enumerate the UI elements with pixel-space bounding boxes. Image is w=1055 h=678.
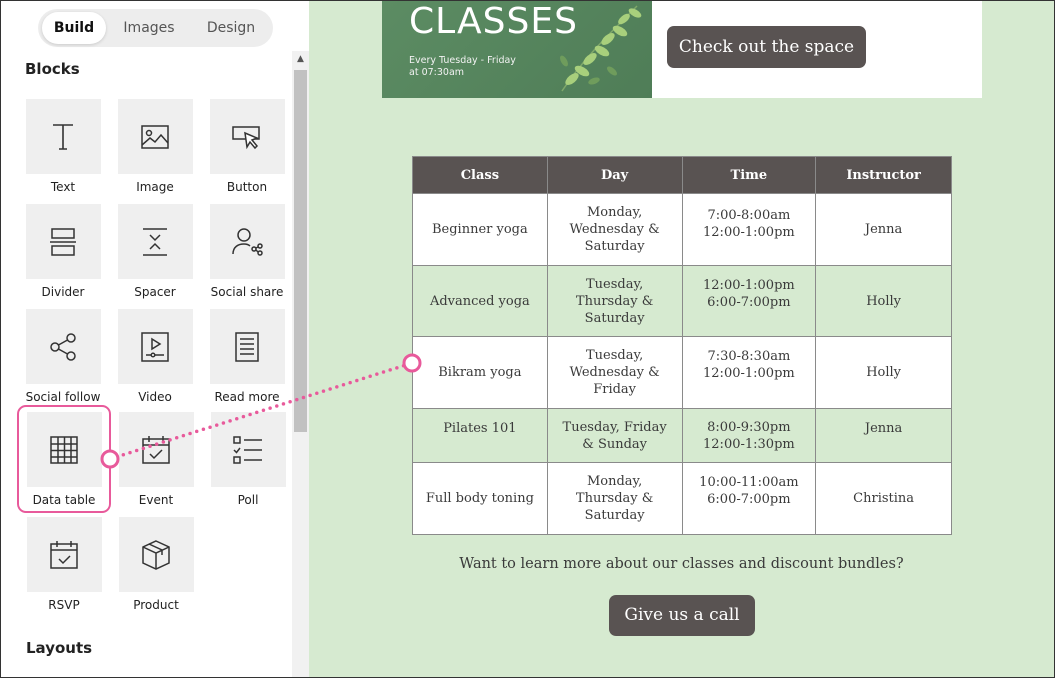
cell-instructor: Jenna xyxy=(815,408,952,463)
read-more-icon xyxy=(209,309,285,384)
cell-time: 7:00-8:00am 12:00-1:00pm xyxy=(681,193,817,266)
block-label: Image xyxy=(136,180,174,194)
table-row: Advanced yoga Tuesday, Thursday & Saturday… xyxy=(412,265,952,337)
block-event[interactable]: Event xyxy=(112,412,200,507)
event-icon xyxy=(118,412,194,487)
block-poll[interactable]: Poll xyxy=(204,412,292,507)
block-label: RSVP xyxy=(48,598,80,612)
cell-time: 7:30-8:30am 12:00-1:00pm xyxy=(681,336,817,409)
cell-instructor: Holly xyxy=(815,336,952,409)
tab-images[interactable]: Images xyxy=(112,12,186,44)
block-social-follow[interactable]: Social follow xyxy=(19,309,107,404)
hero-title: CLASSES xyxy=(409,1,578,42)
spacer-icon xyxy=(117,204,193,279)
video-icon xyxy=(117,309,193,384)
divider-icon xyxy=(25,204,101,279)
block-label: Spacer xyxy=(134,285,176,299)
block-label: Read more xyxy=(214,390,280,404)
poll-icon xyxy=(210,412,286,487)
scroll-up-icon[interactable]: ▲ xyxy=(292,51,309,68)
cell-time: 12:00-1:00pm 6:00-7:00pm xyxy=(681,265,817,337)
block-text[interactable]: Text xyxy=(19,99,107,194)
blocks-heading: Blocks xyxy=(25,60,80,78)
cell-day: Tuesday, Wednesday & Friday xyxy=(546,336,683,409)
cell-instructor: Christina xyxy=(815,462,952,535)
hero-section: CLASSES Every Tuesday - Friday at 07:30a… xyxy=(382,1,982,98)
layouts-heading: Layouts xyxy=(26,639,93,657)
hero-subtitle: at 07:30am xyxy=(409,67,465,78)
social-share-icon xyxy=(209,204,285,279)
cell-instructor: Jenna xyxy=(815,193,952,266)
data-table-icon xyxy=(26,412,102,487)
column-header-day: Day xyxy=(546,156,683,194)
column-header-instructor: Instructor xyxy=(815,156,952,194)
cell-time: 10:00-11:00am 6:00-7:00pm xyxy=(681,462,817,535)
hero-subtitle: Every Tuesday - Friday xyxy=(409,55,516,66)
block-label: Poll xyxy=(237,493,259,507)
table-row: Beginner yoga Monday, Wednesday & Saturday… xyxy=(412,193,952,266)
tab-design[interactable]: Design xyxy=(194,12,268,44)
sidebar-scrollbar[interactable]: ▲ xyxy=(292,51,309,677)
email-canvas: CLASSES Every Tuesday - Friday at 07:30a… xyxy=(309,1,1054,677)
block-data-table[interactable]: Data table xyxy=(20,412,108,507)
panel-tabs: Build Images Design xyxy=(38,9,273,47)
cell-day: Tuesday, Thursday & Saturday xyxy=(546,265,683,337)
cell-day: Monday, Thursday & Saturday xyxy=(546,462,683,535)
block-label: Social follow xyxy=(25,390,101,404)
block-label: Divider xyxy=(41,285,85,299)
block-label: Button xyxy=(226,180,268,194)
check-out-space-button[interactable]: Check out the space xyxy=(667,26,866,68)
block-image[interactable]: Image xyxy=(111,99,199,194)
image-icon xyxy=(117,99,193,174)
product-icon xyxy=(118,517,194,592)
block-button[interactable]: Button xyxy=(203,99,291,194)
button-icon xyxy=(209,99,285,174)
cell-class: Bikram yoga xyxy=(412,336,548,409)
class-schedule-table[interactable]: Class Day Time Instructor Beginner yoga … xyxy=(412,156,952,535)
builder-sidebar: Build Images Design Blocks Text Image Bu… xyxy=(1,1,309,677)
block-label: Data table xyxy=(32,493,96,507)
table-row: Full body toning Monday, Thursday & Saturd… xyxy=(412,462,952,535)
block-read-more[interactable]: Read more xyxy=(203,309,291,404)
block-rsvp[interactable]: RSVP xyxy=(20,517,108,612)
table-row: Pilates 101 Tuesday, Friday & Sunday 8:00… xyxy=(412,408,952,463)
cta-text: Want to learn more about our classes and… xyxy=(459,556,904,572)
block-label: Event xyxy=(138,493,174,507)
social-follow-icon xyxy=(25,309,101,384)
block-label: Social share xyxy=(210,285,284,299)
block-label: Text xyxy=(50,180,76,194)
block-spacer[interactable]: Spacer xyxy=(111,204,199,299)
cell-day: Monday, Wednesday & Saturday xyxy=(546,193,683,266)
tab-build[interactable]: Build xyxy=(42,12,106,44)
give-us-a-call-button[interactable]: Give us a call xyxy=(609,595,755,636)
cell-class: Advanced yoga xyxy=(412,265,548,337)
column-header-time: Time xyxy=(681,156,817,194)
column-header-class: Class xyxy=(412,156,548,194)
block-label: Product xyxy=(133,598,179,612)
cell-time: 8:00-9:30pm 12:00-1:30pm xyxy=(681,408,817,463)
block-divider[interactable]: Divider xyxy=(19,204,107,299)
cell-class: Beginner yoga xyxy=(412,193,548,266)
cell-class: Pilates 101 xyxy=(412,408,548,463)
table-row: Bikram yoga Tuesday, Wednesday & Friday 7:… xyxy=(412,336,952,409)
block-social-share[interactable]: Social share xyxy=(203,204,291,299)
cell-class: Full body toning xyxy=(412,462,548,535)
block-video[interactable]: Video xyxy=(111,309,199,404)
block-label: Video xyxy=(138,390,172,404)
scroll-thumb[interactable] xyxy=(294,70,307,432)
text-icon xyxy=(25,99,101,174)
rsvp-icon xyxy=(26,517,102,592)
cell-instructor: Holly xyxy=(815,265,952,337)
block-product[interactable]: Product xyxy=(112,517,200,612)
cell-day: Tuesday, Friday & Sunday xyxy=(546,408,683,463)
hero-image[interactable]: CLASSES Every Tuesday - Friday at 07:30a… xyxy=(382,1,652,98)
